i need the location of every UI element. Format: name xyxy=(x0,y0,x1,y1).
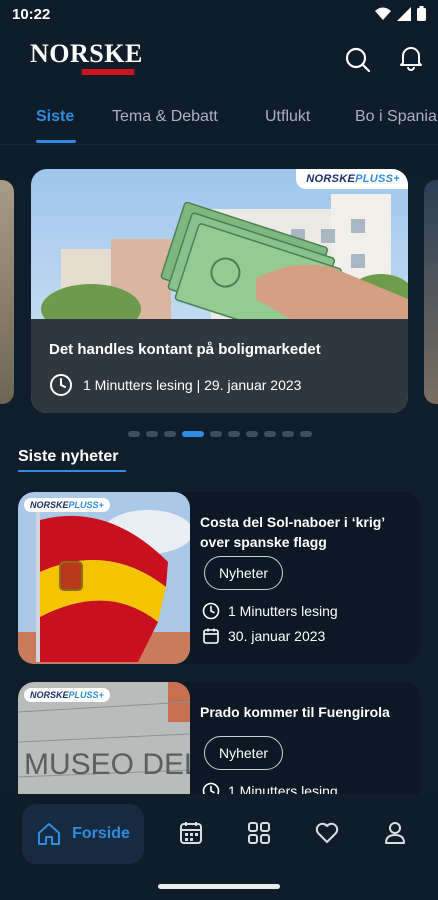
card-overlay xyxy=(31,319,408,413)
bell-icon xyxy=(400,47,422,71)
carousel-dot[interactable] xyxy=(282,431,294,437)
carousel-dot-active[interactable] xyxy=(182,431,204,437)
battery-icon xyxy=(417,6,426,21)
read-time: 1 Minutters lesing xyxy=(228,603,338,619)
calendar-icon xyxy=(180,822,202,844)
search-button[interactable] xyxy=(342,44,374,76)
logo-red-bar xyxy=(82,69,134,75)
plus-badge: NORSKEPLUSS+ xyxy=(24,688,110,702)
featured-article-card[interactable]: NORSKEPLUSS+ Det handles kontant på boli… xyxy=(31,169,408,413)
tab-bo-i-spania[interactable]: Bo i Spania xyxy=(355,108,437,126)
news-item[interactable]: MUSEO DEL PR NORSKEPLUSS+ Prado kommer t… xyxy=(18,682,420,794)
signal-icon xyxy=(397,6,411,21)
tab-siste[interactable]: Siste xyxy=(36,108,74,126)
news-title: Costa del Sol-naboer i ‘krig’ over spans… xyxy=(200,514,385,550)
category-tabs: Siste Tema & Debatt Utflukt Bo i Spania xyxy=(0,100,438,144)
read-time: 1 Minutters lesing xyxy=(228,783,338,794)
nav-profile[interactable] xyxy=(381,819,409,847)
nav-forside-label: Forside xyxy=(72,825,130,842)
featured-meta: 1 Minutters lesing | 29. januar 2023 xyxy=(49,373,301,397)
nav-favorites[interactable] xyxy=(313,819,341,847)
clock-icon xyxy=(50,374,72,396)
section-underline xyxy=(18,470,126,472)
spanish-flag-image xyxy=(18,492,190,664)
tab-utflukt[interactable]: Utflukt xyxy=(265,108,310,126)
featured-meta-text: 1 Minutters lesing | 29. januar 2023 xyxy=(83,377,302,393)
date-row: 30. januar 2023 xyxy=(202,627,325,645)
category-chip[interactable]: Nyheter xyxy=(204,736,284,770)
tabs-divider xyxy=(0,144,438,145)
plus-badge: NORSKEPLUSS+ xyxy=(296,169,408,189)
section-title: Siste nyheter xyxy=(18,448,119,465)
clock-icon xyxy=(202,602,220,620)
search-icon xyxy=(345,47,371,73)
carousel-prev-card[interactable] xyxy=(0,180,14,404)
publish-date: 30. januar 2023 xyxy=(228,628,326,644)
carousel-next-card[interactable] xyxy=(424,180,438,404)
user-icon xyxy=(385,822,405,844)
plus-badge: NORSKEPLUSS+ xyxy=(24,498,110,512)
wifi-icon xyxy=(375,7,391,20)
carousel-indicator xyxy=(128,431,312,437)
nav-calendar[interactable] xyxy=(177,819,205,847)
carousel-dot[interactable] xyxy=(128,431,140,437)
home-icon xyxy=(38,823,61,845)
gesture-home-bar[interactable] xyxy=(158,884,280,889)
carousel-dot[interactable] xyxy=(146,431,158,437)
featured-title: Det handles kontant på boligmarkedet xyxy=(49,341,321,358)
nav-forside[interactable]: Forside xyxy=(22,804,144,864)
status-bar: 10:22 xyxy=(0,0,438,30)
news-item[interactable]: NORSKEPLUSS+ Costa del Sol-naboer i ‘kri… xyxy=(18,492,420,664)
tab-tema-debatt[interactable]: Tema & Debatt xyxy=(112,108,218,126)
image-sign-text: MUSEO DEL PR xyxy=(24,748,190,781)
calendar-icon xyxy=(203,628,219,644)
notifications-button[interactable] xyxy=(395,42,427,74)
heart-icon xyxy=(315,822,339,843)
nav-grid[interactable] xyxy=(245,819,273,847)
status-time: 10:22 xyxy=(12,6,51,23)
norske-logo[interactable]: NORSKE xyxy=(30,39,143,76)
status-icons xyxy=(375,6,426,21)
read-time-row: 1 Minutters lesing xyxy=(202,782,338,794)
grid-icon xyxy=(248,822,270,844)
carousel-dot[interactable] xyxy=(164,431,176,437)
carousel-dot[interactable] xyxy=(210,431,222,437)
carousel-dot[interactable] xyxy=(300,431,312,437)
carousel-dot[interactable] xyxy=(264,431,276,437)
carousel-dot[interactable] xyxy=(246,431,258,437)
clock-icon xyxy=(202,782,220,794)
news-image xyxy=(18,492,190,664)
read-time-row: 1 Minutters lesing xyxy=(202,602,338,620)
news-title: Prado kommer til Fuengirola xyxy=(200,704,390,720)
active-tab-indicator xyxy=(36,140,76,143)
logo-text: NORSKE xyxy=(30,39,143,68)
carousel-dot[interactable] xyxy=(228,431,240,437)
category-chip[interactable]: Nyheter xyxy=(204,556,284,590)
